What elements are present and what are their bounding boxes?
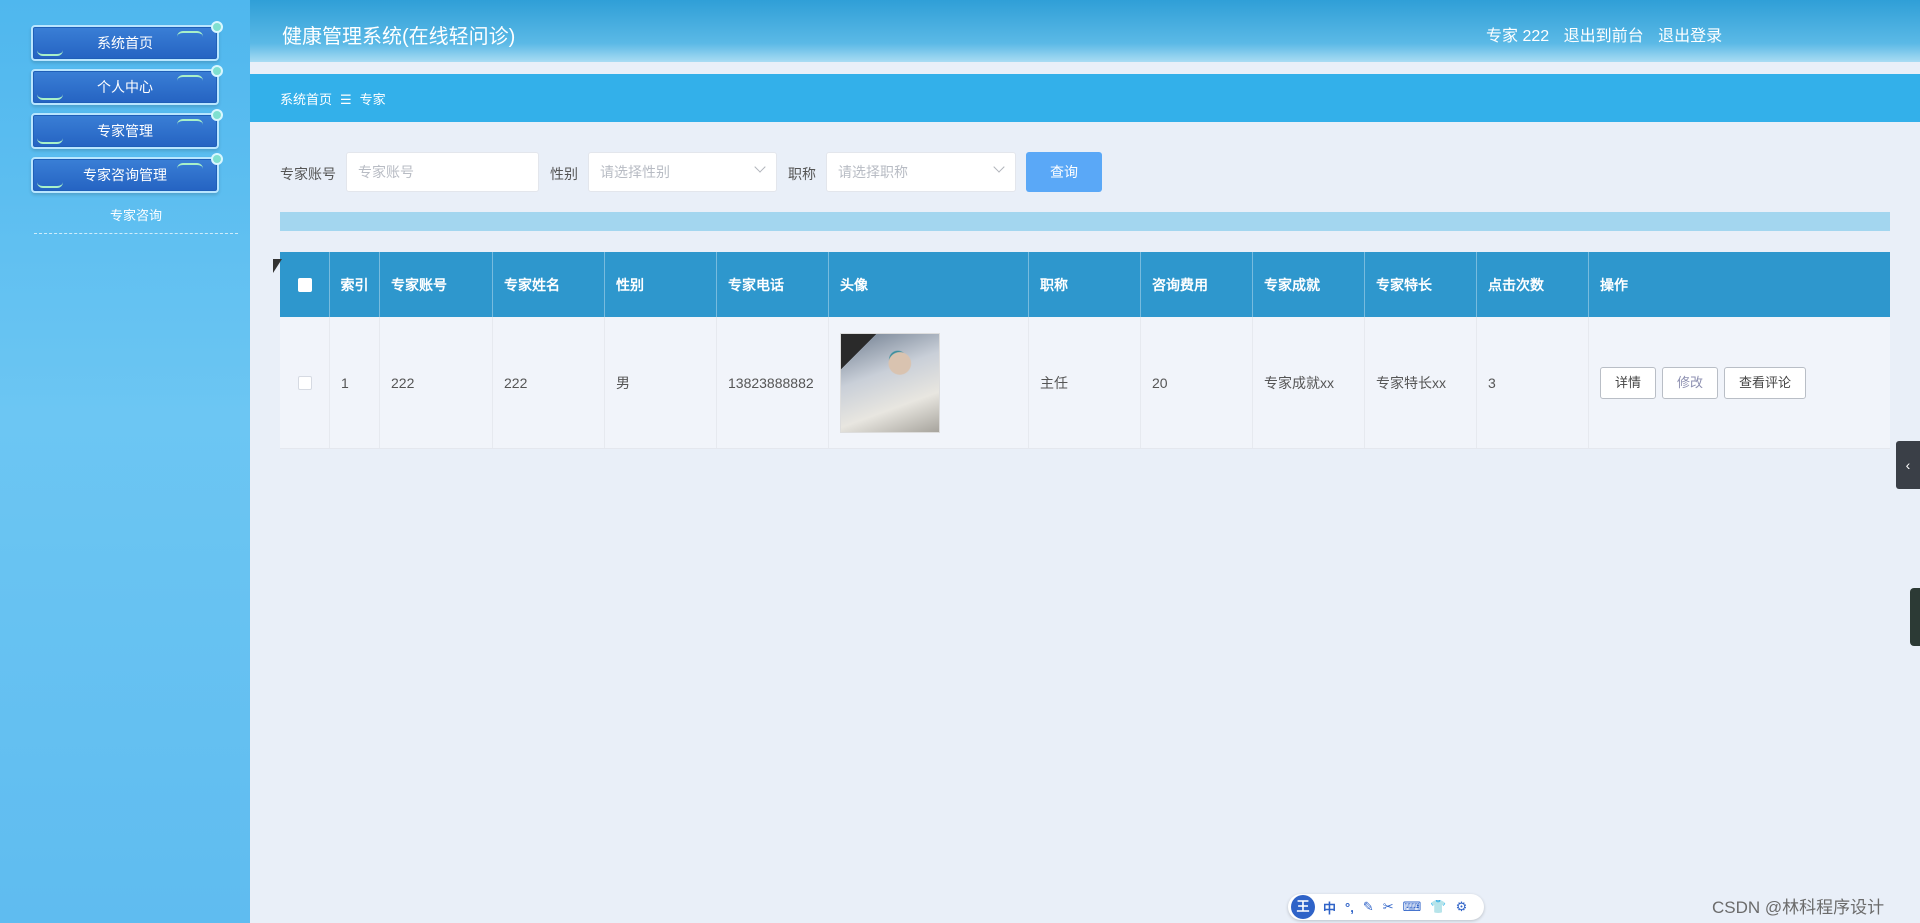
cell-avatar: [829, 317, 1029, 448]
cell-index: 1: [330, 317, 380, 448]
title-select-placeholder: 请选择职称: [838, 164, 908, 180]
side-handle[interactable]: [1910, 588, 1920, 646]
account-label: 专家账号: [280, 166, 336, 182]
ornament-icon: [177, 75, 203, 81]
sidebar-item-consultation-management[interactable]: 专家咨询管理: [31, 153, 223, 193]
gear-icon[interactable]: ⚙: [1456, 899, 1468, 915]
cell-phone: 13823888882: [717, 317, 829, 448]
exit-to-front-link[interactable]: 退出到前台: [1564, 28, 1644, 45]
column-header-account: 专家账号: [380, 252, 493, 317]
sidebar-item-personal-center[interactable]: 个人中心: [31, 65, 223, 105]
detail-button[interactable]: 详情: [1600, 366, 1657, 399]
cell-name: 222: [493, 317, 605, 448]
ornament-icon: [37, 50, 63, 56]
table-row: 1 222 222 男 13823888882 主任 20 专家成就xx 专家特…: [280, 317, 1890, 449]
shirt-icon[interactable]: 👕: [1430, 899, 1446, 915]
sidebar: 系统首页 个人中心 专家管理 专家咨询管理 专家咨询: [0, 0, 250, 923]
cell-title: 主任: [1029, 317, 1141, 448]
edit-button[interactable]: 修改: [1662, 366, 1719, 399]
user-name: 专家 222: [1486, 28, 1550, 45]
gender-label: 性别: [550, 166, 578, 182]
ornament-dot-icon: [211, 21, 223, 33]
sidebar-item-label: 系统首页: [97, 35, 153, 51]
watermark: CSDN @林科程序设计: [1712, 898, 1885, 917]
column-header-actions: 操作: [1600, 276, 1628, 293]
column-header-achievement: 专家成就: [1253, 252, 1365, 317]
cell-fee: 20: [1141, 317, 1253, 448]
column-header-specialty: 专家特长: [1365, 252, 1477, 317]
breadcrumb-current: 专家: [359, 92, 386, 107]
pen-icon[interactable]: ✎: [1363, 899, 1374, 915]
chevron-down-icon: [754, 161, 766, 173]
app-title: 健康管理系统(在线轻问诊): [282, 26, 516, 48]
scissors-icon[interactable]: ✂: [1383, 899, 1394, 915]
ornament-dot-icon: [211, 65, 223, 77]
chevron-down-icon: [993, 161, 1005, 173]
gender-select-placeholder: 请选择性别: [600, 164, 670, 180]
chevron-left-icon[interactable]: ‹: [1896, 441, 1920, 489]
sidebar-item-home[interactable]: 系统首页: [31, 21, 223, 61]
logout-link[interactable]: 退出登录: [1658, 28, 1722, 45]
column-header-gender: 性别: [605, 252, 717, 317]
cell-achievement: 专家成就xx: [1253, 317, 1365, 448]
ime-logo-icon[interactable]: 王: [1291, 895, 1315, 919]
ornament-icon: [37, 182, 63, 188]
avatar: [840, 332, 940, 433]
column-header-title: 职称: [1029, 252, 1141, 317]
ornament-dot-icon: [211, 109, 223, 121]
ime-punctuation-icon[interactable]: °,: [1345, 900, 1354, 915]
column-header-avatar: 头像: [829, 252, 1029, 317]
title-select[interactable]: 请选择职称: [826, 152, 1016, 192]
sidebar-subitem-consultation[interactable]: 专家咨询: [34, 204, 238, 234]
gender-select[interactable]: 请选择性别: [588, 152, 777, 192]
ornament-icon: [37, 138, 63, 144]
toolbar-strip: [280, 212, 1890, 231]
cell-specialty: 专家特长xx: [1365, 317, 1477, 448]
cell-clicks: 3: [1477, 317, 1589, 448]
column-header-index: 索引: [330, 252, 380, 317]
breadcrumb: 系统首页 ☰ 专家: [250, 74, 1920, 122]
ornament-icon: [37, 94, 63, 100]
ornament-dot-icon: [211, 153, 223, 165]
sidebar-item-label: 专家咨询管理: [83, 167, 167, 183]
ornament-icon: [177, 163, 203, 169]
header: 健康管理系统(在线轻问诊) 专家 222 退出到前台 退出登录: [250, 0, 1920, 62]
menu-icon: ☰: [340, 92, 352, 107]
view-reviews-button[interactable]: 查看评论: [1724, 366, 1807, 399]
keyboard-icon[interactable]: ⌨: [1403, 899, 1422, 915]
title-label: 职称: [788, 166, 816, 182]
sidebar-item-expert-management[interactable]: 专家管理: [31, 109, 223, 149]
column-header-phone: 专家电话: [717, 252, 829, 317]
ornament-icon: [177, 119, 203, 125]
ornament-icon: [177, 31, 203, 37]
column-header-clicks: 点击次数: [1477, 252, 1589, 317]
checkbox-icon: [297, 277, 312, 292]
sidebar-item-label: 个人中心: [97, 79, 153, 95]
cell-account: 222: [380, 317, 493, 448]
column-header-fee: 咨询费用: [1141, 252, 1253, 317]
table-header: 索引 专家账号 专家姓名 性别 专家电话 头像 职称 咨询费用 专家成就 专家特…: [280, 252, 1890, 317]
row-checkbox[interactable]: [280, 317, 330, 448]
query-button[interactable]: 查询: [1026, 152, 1102, 192]
sidebar-item-label: 专家管理: [97, 123, 153, 139]
account-input[interactable]: 专家账号: [346, 152, 539, 192]
select-all-checkbox[interactable]: [280, 252, 330, 317]
column-header-name: 专家姓名: [493, 252, 605, 317]
cell-actions: 详情 修改 查看评论: [1589, 317, 1890, 448]
user-area: 专家 222 退出到前台 退出登录: [1486, 22, 1732, 46]
ime-toolbar: 王 中 °, ✎ ✂ ⌨ 👕 ⚙: [1288, 894, 1484, 920]
cell-gender: 男: [605, 317, 717, 448]
breadcrumb-home[interactable]: 系统首页: [280, 92, 332, 107]
ime-chinese-mode-icon[interactable]: 中: [1323, 898, 1336, 917]
mouse-cursor-icon: [273, 259, 282, 273]
checkbox-icon: [297, 375, 312, 390]
